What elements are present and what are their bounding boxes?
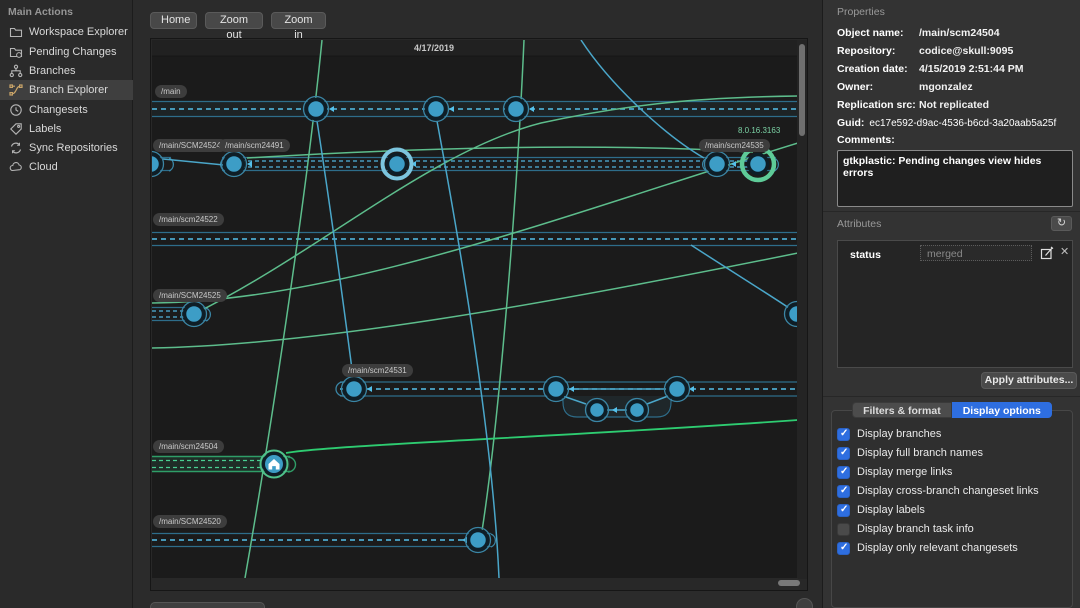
checkbox-display-only-relevant[interactable]: Display only relevant changesets (837, 541, 1018, 555)
version-label: 8.0.16.3163 (738, 126, 781, 135)
prop-repository: Repository: codice@skull:9095 (837, 45, 1014, 57)
sidebar-header: Main Actions (8, 6, 73, 18)
sidebar-item-sync-repositories[interactable]: Sync Repositories (0, 138, 133, 158)
pending-changes-icon (9, 45, 23, 59)
tab-bar: Filters & format Display options (823, 402, 1080, 418)
sidebar-item-branches[interactable]: Branches (0, 61, 133, 81)
branch-label-scm24491[interactable]: /main/scm24491 (219, 139, 290, 152)
tab-filters-format[interactable]: Filters & format (852, 402, 952, 418)
branch-diagram[interactable] (152, 40, 798, 579)
changeset-node-highlighted (380, 147, 414, 181)
branch-label-scm24524[interactable]: /main/SCM24524 (153, 139, 227, 152)
sidebar-item-labels[interactable]: Labels (0, 119, 133, 139)
sidebar-item-cloud[interactable]: Cloud (0, 157, 133, 177)
edit-icon (1040, 246, 1054, 260)
vertical-scrollbar[interactable] (797, 40, 807, 579)
bottom-right-button-partial[interactable] (796, 598, 813, 608)
horizontal-scrollbar[interactable] (152, 578, 800, 588)
branch-label-scm24535[interactable]: /main/scm24535 (699, 139, 770, 152)
sync-repositories-icon (9, 141, 23, 155)
checkbox-display-branches[interactable]: Display branches (837, 427, 941, 441)
branch-label-scm24525[interactable]: /main/SCM24525 (153, 289, 227, 302)
prop-owner: Owner: mgonzalez (837, 81, 973, 93)
changeset-node-selected (739, 145, 777, 183)
branch-explorer-frame: 4/17/2019 /main /main/SCM24524 /main/scm… (150, 38, 808, 591)
prop-comments-label: Comments: (837, 134, 895, 146)
sidebar-item-changesets[interactable]: Changesets (0, 100, 133, 120)
sidebar-item-branch-explorer[interactable]: Branch Explorer (0, 80, 133, 100)
checkbox-icon[interactable] (837, 503, 850, 517)
branch-label-scm24504[interactable]: /main/scm24504 (153, 440, 224, 453)
attribute-value-field[interactable]: merged (920, 245, 1032, 261)
checkbox-display-merge-links[interactable]: Display merge links (837, 465, 952, 479)
prop-replication-src: Replication src: Not replicated (837, 99, 990, 111)
zoom-out-button[interactable]: Zoom out (205, 12, 263, 41)
checkbox-icon[interactable] (837, 522, 850, 536)
branch-explorer-icon (9, 83, 23, 97)
comments-textarea[interactable]: gtkplastic: Pending changes view hides e… (837, 150, 1073, 207)
refresh-attributes-button[interactable]: ↻ (1051, 216, 1072, 231)
working-changeset-home-node (259, 449, 289, 479)
checkbox-icon[interactable] (837, 427, 850, 441)
edit-attribute-button[interactable] (1040, 246, 1054, 260)
refresh-icon: ↻ (1056, 217, 1067, 229)
checkbox-icon[interactable] (837, 484, 850, 498)
attributes-box: status merged ✕ (837, 240, 1073, 368)
checkbox-icon[interactable] (837, 465, 850, 479)
sidebar: Main Actions Workspace Explorer Pending … (0, 0, 133, 608)
section-divider (823, 396, 1080, 397)
attributes-title: Attributes (837, 218, 882, 230)
merge-link-bright-green (285, 419, 798, 454)
properties-panel: Properties Object name:/main/scm24504 Re… (822, 0, 1080, 608)
checkbox-display-labels[interactable]: Display labels (837, 503, 925, 517)
checkbox-display-cross-branch-links[interactable]: Display cross-branch changeset links (837, 484, 1039, 498)
checkbox-icon[interactable] (837, 541, 850, 555)
branch-label-scm24522[interactable]: /main/scm24522 (153, 213, 224, 226)
workspace-explorer-icon (9, 25, 23, 39)
tab-display-options[interactable]: Display options (951, 402, 1052, 418)
date-header: 4/17/2019 (414, 43, 455, 53)
branch-label-main[interactable]: /main (155, 85, 187, 98)
labels-icon (9, 122, 23, 136)
sidebar-item-workspace-explorer[interactable]: Workspace Explorer (0, 22, 133, 42)
apply-attributes-button[interactable]: Apply attributes... (981, 372, 1077, 389)
properties-title: Properties (837, 6, 885, 18)
home-button[interactable]: Home (150, 12, 197, 29)
cloud-icon (9, 160, 23, 174)
vertical-scrollbar-thumb[interactable] (799, 44, 805, 136)
sidebar-item-pending-changes[interactable]: Pending Changes (0, 42, 133, 62)
branch-explorer-canvas[interactable]: 4/17/2019 /main /main/SCM24524 /main/scm… (152, 40, 798, 579)
changesets-icon (9, 103, 23, 117)
branch-label-scm24531[interactable]: /main/scm24531 (342, 364, 413, 377)
delete-attribute-button[interactable]: ✕ (1060, 245, 1069, 258)
merge-links-blue (162, 40, 793, 579)
branch-label-scm24520[interactable]: /main/SCM24520 (153, 515, 227, 528)
plastic-scm-window: Main Actions Workspace Explorer Pending … (0, 0, 1080, 608)
checkbox-display-branch-task-info[interactable]: Display branch task info (837, 522, 974, 536)
prop-guid: Guid: ec17e592-d9ac-4536-b6cd-3a20aab5a25… (837, 117, 1057, 129)
checkbox-display-full-branch-names[interactable]: Display full branch names (837, 446, 983, 460)
prop-object-name: Object name:/main/scm24504 (837, 27, 1000, 39)
section-divider (823, 211, 1080, 212)
attribute-name: status (850, 249, 881, 261)
date-header-strip (152, 40, 798, 56)
checkbox-icon[interactable] (837, 446, 850, 460)
zoom-in-button[interactable]: Zoom in (271, 12, 326, 41)
bottom-toolbar-button-partial[interactable] (150, 602, 265, 608)
prop-creation-date: Creation date: 4/15/2019 2:51:44 PM (837, 63, 1024, 75)
horizontal-scrollbar-thumb[interactable] (778, 580, 800, 586)
branches-icon (9, 64, 23, 78)
merge-links-green (152, 40, 798, 579)
